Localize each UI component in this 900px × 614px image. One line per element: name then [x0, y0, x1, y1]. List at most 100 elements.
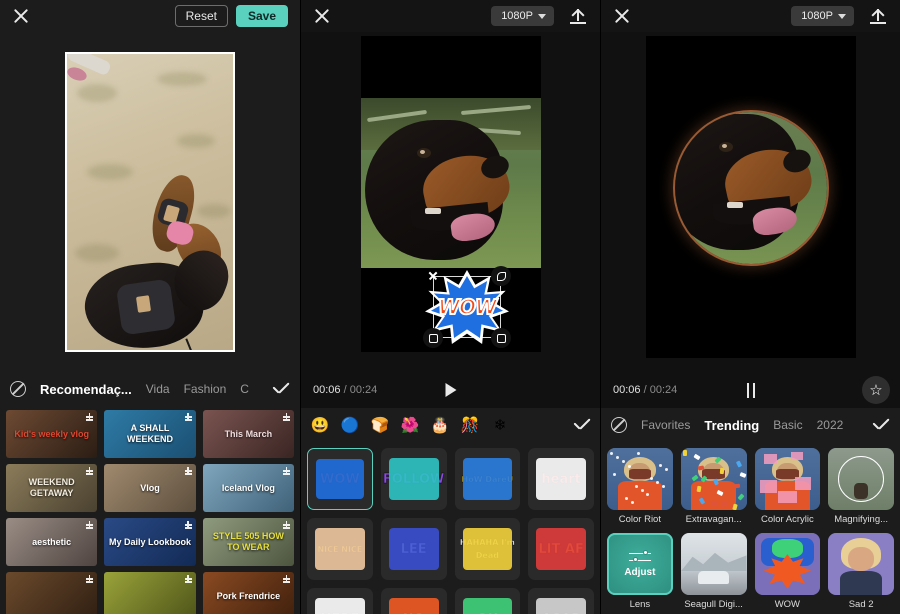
download-icon[interactable]	[282, 575, 291, 584]
video-canvas[interactable]	[646, 36, 856, 358]
video-preview-stage[interactable]: WOW	[301, 32, 600, 372]
sticker-item[interactable]: HAHAHA I'm Dead	[454, 518, 521, 580]
close-icon[interactable]	[12, 7, 30, 25]
effect-thumbnail[interactable]	[828, 533, 894, 595]
template-thumbnail[interactable]: A SHALL WEEKEND	[104, 410, 196, 458]
effect-item[interactable]: Color Riot	[607, 448, 673, 525]
sticker-item[interactable]: FOLLOW	[380, 448, 447, 510]
cake-tab[interactable]: 🎂	[430, 415, 450, 435]
effect-item[interactable]: Magnifying...	[828, 448, 894, 525]
sticker-copy-handle[interactable]	[423, 328, 443, 348]
block-icon[interactable]	[611, 417, 627, 433]
close-icon[interactable]	[313, 7, 331, 25]
template-thumbnail[interactable]: WEEKEND GETAWAY	[6, 464, 98, 512]
tab-basic[interactable]: Basic	[773, 418, 802, 432]
template-thumbnail[interactable]: aesthetic	[6, 518, 98, 566]
effect-item[interactable]: Adjust Lens	[607, 533, 673, 610]
effect-thumbnail[interactable]	[754, 448, 821, 510]
save-button[interactable]: Save	[235, 5, 288, 27]
template-thumbnail[interactable]: Iceland Vlog	[202, 464, 294, 512]
download-icon[interactable]	[282, 521, 291, 530]
sticker-item[interactable]: HERE	[307, 588, 373, 614]
template-thumbnail[interactable]	[104, 572, 196, 614]
template-thumbnail[interactable]: This March	[202, 410, 294, 458]
purple-ribbon-tab[interactable]: 🎊	[460, 415, 480, 435]
effect-item[interactable]: Seagull Digi...	[680, 533, 747, 610]
check-icon[interactable]	[872, 419, 890, 431]
tab-more[interactable]: C	[240, 382, 249, 396]
tab-fashion[interactable]: Fashion	[184, 382, 227, 396]
effect-thumbnail[interactable]	[607, 448, 673, 510]
star-icon[interactable]: ☆	[862, 376, 890, 404]
snowflake-tab[interactable]: ❄	[490, 415, 510, 435]
photo-frame[interactable]	[65, 52, 235, 352]
upload-icon[interactable]	[868, 6, 888, 26]
tab-recomendacoes[interactable]: Recomendaç...	[40, 382, 132, 397]
sticker-text: WOW	[437, 294, 498, 320]
download-icon[interactable]	[85, 413, 94, 422]
check-icon[interactable]	[573, 419, 591, 431]
effect-preview-image	[754, 448, 821, 510]
photo-preview-stage[interactable]	[0, 32, 300, 372]
download-icon[interactable]	[184, 521, 193, 530]
check-icon[interactable]	[272, 383, 290, 395]
sticker-delete-handle[interactable]	[423, 266, 443, 286]
template-thumbnail[interactable]	[6, 572, 98, 614]
download-icon[interactable]	[184, 575, 193, 584]
template-thumbnail[interactable]: My Daily Lookbook	[104, 518, 196, 566]
tab-trending[interactable]: Trending	[704, 418, 759, 433]
effect-item[interactable]: Extravagan...	[680, 448, 747, 525]
upload-icon[interactable]	[568, 6, 588, 26]
tab-2022[interactable]: 2022	[817, 418, 844, 432]
reset-button[interactable]: Reset	[174, 5, 228, 27]
video-preview-stage[interactable]	[601, 32, 900, 372]
effect-thumbnail[interactable]	[828, 448, 894, 510]
template-thumbnail[interactable]: STYLE 505 HOW TO WEAR	[202, 518, 294, 566]
template-thumbnail[interactable]: Pork Frendrice	[202, 572, 294, 614]
tab-vida[interactable]: Vida	[146, 382, 170, 396]
effect-thumbnail[interactable]	[680, 448, 747, 510]
close-icon[interactable]	[613, 7, 631, 25]
video-canvas[interactable]: WOW	[361, 36, 541, 352]
sticker-item[interactable]: LIT AF	[528, 518, 594, 580]
sticker-edit-handle[interactable]	[491, 266, 511, 286]
play-icon[interactable]	[445, 383, 456, 397]
sticker-overlay[interactable]: WOW	[423, 266, 511, 348]
download-icon[interactable]	[282, 413, 291, 422]
block-icon[interactable]	[10, 381, 26, 397]
effect-item[interactable]: Color Acrylic	[754, 448, 821, 525]
effect-thumbnail[interactable]	[680, 533, 747, 595]
bread-tab[interactable]: 🍞	[370, 415, 390, 435]
template-thumbnail[interactable]: Kid's weekly vlog	[6, 410, 98, 458]
pause-icon[interactable]	[746, 382, 755, 398]
chevron-down-icon	[838, 13, 846, 19]
download-icon[interactable]	[85, 467, 94, 476]
sticker-item[interactable]: NO	[380, 588, 447, 614]
download-icon[interactable]	[184, 467, 193, 476]
effect-thumbnail[interactable]: Adjust	[607, 533, 673, 595]
tab-favorites[interactable]: Favorites	[641, 418, 690, 432]
download-icon[interactable]	[184, 413, 193, 422]
red-flower-tab[interactable]: 🌺	[400, 415, 420, 435]
sticker-item[interactable]: OK	[454, 588, 521, 614]
download-icon[interactable]	[85, 575, 94, 584]
sticker-item[interactable]: ASAP	[528, 588, 594, 614]
download-icon[interactable]	[282, 467, 291, 476]
template-thumbnail[interactable]: Vlog	[104, 464, 196, 512]
smiley-tab[interactable]: 😃	[310, 415, 330, 435]
sticker-resize-handle[interactable]	[491, 328, 511, 348]
effect-thumbnail[interactable]	[754, 533, 821, 595]
effect-item[interactable]: WOW	[754, 533, 821, 610]
sticker-item[interactable]: WOW	[307, 448, 373, 510]
time-separator: /	[643, 384, 647, 396]
sticker-item[interactable]: NICE NICE	[307, 518, 373, 580]
sticker-item[interactable]: heart	[528, 448, 594, 510]
resolution-selector[interactable]: 1080P	[791, 6, 854, 26]
resolution-selector[interactable]: 1080P	[491, 6, 554, 26]
wow-sticker[interactable]: WOW	[425, 270, 509, 344]
sticker-item[interactable]: LEE	[380, 518, 447, 580]
blue-circle-tab[interactable]: 🔵	[340, 415, 360, 435]
effect-item[interactable]: Sad 2	[828, 533, 894, 610]
sticker-item[interactable]: HoW DareU	[454, 448, 521, 510]
download-icon[interactable]	[85, 521, 94, 530]
